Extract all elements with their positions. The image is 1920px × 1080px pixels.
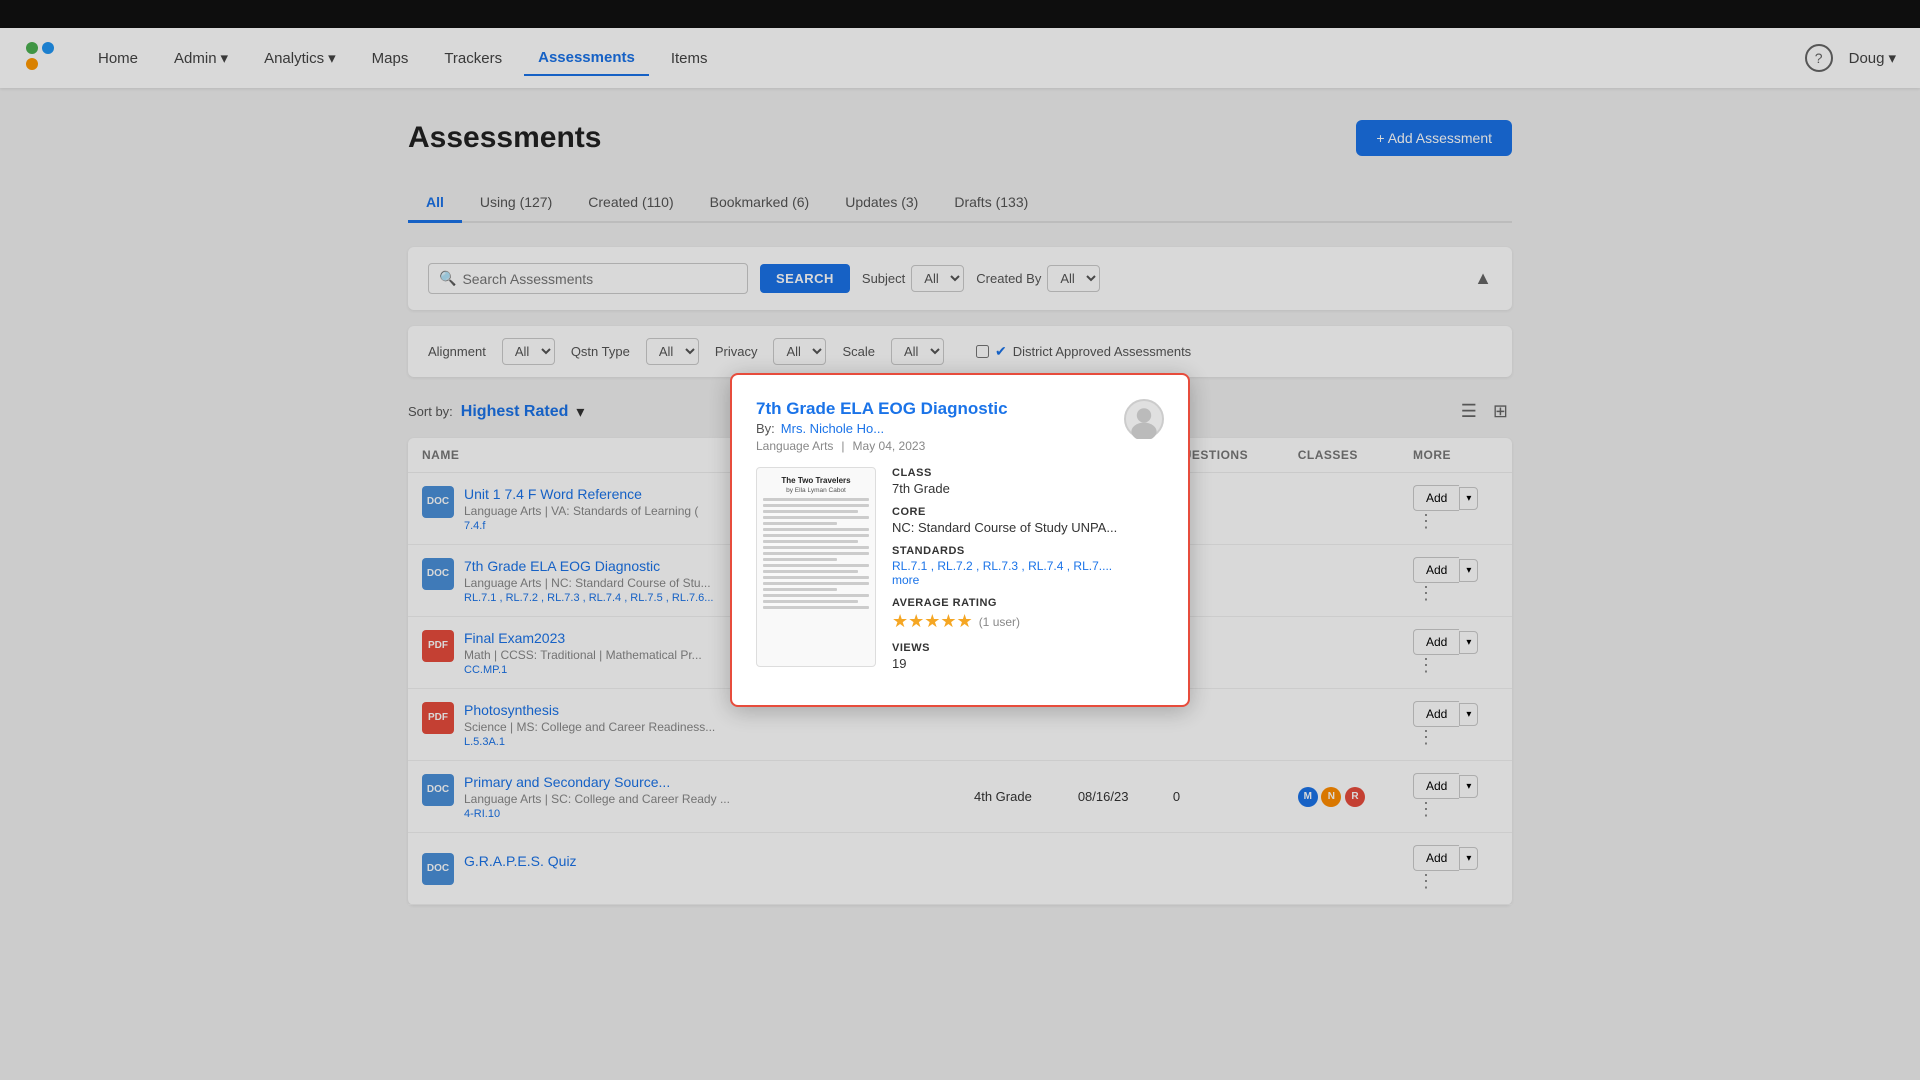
preview-line xyxy=(763,576,869,579)
popup-class-row: CLASS 7th Grade xyxy=(892,467,1164,496)
popup-preview-title: The Two Travelers xyxy=(781,476,850,485)
preview-line xyxy=(763,522,837,525)
popup-views-value: 19 xyxy=(892,656,1164,671)
popup-preview-subtitle: by Ella Lyman Cabot xyxy=(786,487,846,494)
preview-line xyxy=(763,510,858,513)
popup-views-label: VIEWS xyxy=(892,642,1164,654)
popup-overlay: 7th Grade ELA EOG Diagnostic By: Mrs. Ni… xyxy=(0,0,1920,1080)
popup-meta: Language Arts | May 04, 2023 xyxy=(756,439,1164,453)
preview-line xyxy=(763,600,858,603)
preview-line xyxy=(763,516,869,519)
popup-rating-row: AVERAGE RATING ★★★★★ (1 user) xyxy=(892,597,1164,632)
popup-class-value: 7th Grade xyxy=(892,481,1164,496)
preview-line xyxy=(763,594,869,597)
preview-line xyxy=(763,558,837,561)
popup-preview: The Two Travelers by Ella Lyman Cabot xyxy=(756,467,876,667)
preview-line xyxy=(763,552,869,555)
popup-author[interactable]: Mrs. Nichole Ho... xyxy=(781,421,884,436)
popup-preview-lines xyxy=(763,498,869,612)
star-rating: ★★★★★ xyxy=(892,611,973,632)
preview-line xyxy=(763,606,869,609)
assessment-popup: 7th Grade ELA EOG Diagnostic By: Mrs. Ni… xyxy=(730,373,1190,707)
preview-line xyxy=(763,540,858,543)
preview-line xyxy=(763,588,837,591)
popup-standards-label: STANDARDS xyxy=(892,545,1164,557)
popup-standards-value[interactable]: RL.7.1 , RL.7.2 , RL.7.3 , RL.7.4 , RL.7… xyxy=(892,559,1164,573)
popup-rating-display: ★★★★★ (1 user) xyxy=(892,611,1164,632)
preview-line xyxy=(763,534,869,537)
popup-body: The Two Travelers by Ella Lyman Cabot xyxy=(756,467,1164,681)
popup-title: 7th Grade ELA EOG Diagnostic xyxy=(756,399,1124,419)
popup-rating-label: AVERAGE RATING xyxy=(892,597,1164,609)
popup-class-label: CLASS xyxy=(892,467,1164,479)
popup-standards-more[interactable]: more xyxy=(892,573,1164,587)
popup-views-row: VIEWS 19 xyxy=(892,642,1164,671)
rating-count: (1 user) xyxy=(979,615,1020,629)
popup-core-label: CORE xyxy=(892,506,1164,518)
preview-line xyxy=(763,498,869,501)
popup-header: 7th Grade ELA EOG Diagnostic By: Mrs. Ni… xyxy=(756,399,1164,453)
popup-info: CLASS 7th Grade CORE NC: Standard Course… xyxy=(892,467,1164,681)
popup-header-inner: 7th Grade ELA EOG Diagnostic By: Mrs. Ni… xyxy=(756,399,1124,436)
popup-by: By: Mrs. Nichole Ho... xyxy=(756,421,1124,436)
preview-line xyxy=(763,504,869,507)
preview-line xyxy=(763,564,869,567)
popup-core-row: CORE NC: Standard Course of Study UNPA..… xyxy=(892,506,1164,535)
preview-line xyxy=(763,546,869,549)
popup-core-value: NC: Standard Course of Study UNPA... xyxy=(892,520,1164,535)
preview-line xyxy=(763,582,869,585)
preview-line xyxy=(763,528,869,531)
preview-line xyxy=(763,570,858,573)
popup-avatar xyxy=(1124,399,1164,439)
popup-standards-row: STANDARDS RL.7.1 , RL.7.2 , RL.7.3 , RL.… xyxy=(892,545,1164,587)
